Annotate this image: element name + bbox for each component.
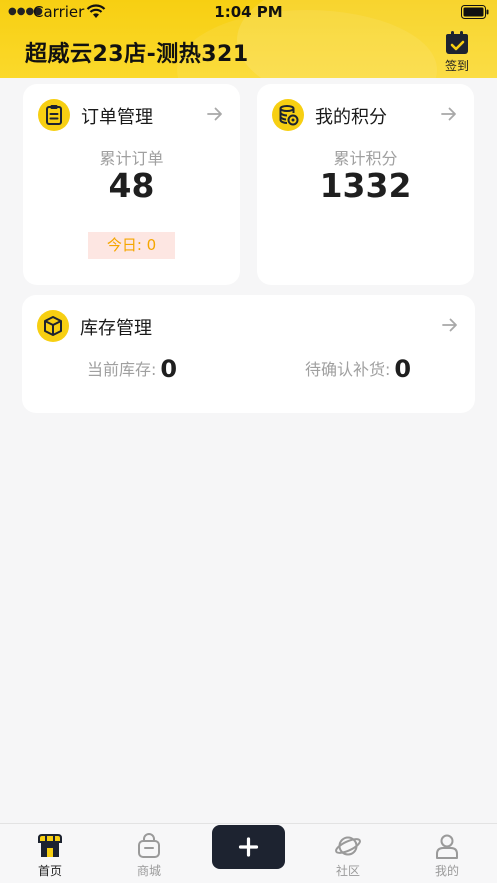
tab-mine[interactable]: 我的 xyxy=(417,832,477,879)
tab-home[interactable]: 首页 xyxy=(20,832,80,879)
tab-bar: 首页 商城 社区 我的 xyxy=(0,823,497,883)
status-bar: ●●●● Carrier 1:04 PM xyxy=(0,0,497,26)
orders-card[interactable]: 订单管理 累计订单 48 今日: 0 xyxy=(23,84,240,285)
box-icon xyxy=(37,310,69,342)
planet-icon xyxy=(335,836,361,856)
pending-restock-value: 0 xyxy=(394,355,412,383)
tab-mall[interactable]: 商城 xyxy=(119,832,179,879)
stock-card[interactable]: 库存管理 当前库存: 0 待确认补货: 0 xyxy=(22,295,475,413)
orders-card-title: 订单管理 xyxy=(81,107,153,128)
arrow-right-icon[interactable] xyxy=(441,317,459,333)
current-stock-label: 当前库存: xyxy=(87,360,157,379)
tab-home-label: 首页 xyxy=(37,864,62,878)
header: ●●●● Carrier 1:04 PM 超威云23店-测热321 签到 xyxy=(0,0,497,78)
orders-today-badge: 今日: 0 xyxy=(88,232,175,259)
battery-icon xyxy=(461,5,489,19)
person-icon xyxy=(436,834,458,859)
checkin-label: 签到 xyxy=(444,59,469,73)
orders-total-value: 48 xyxy=(108,166,155,205)
tab-mall-label: 商城 xyxy=(136,864,161,878)
current-stock-value: 0 xyxy=(160,355,178,383)
tab-community-label: 社区 xyxy=(335,864,360,878)
current-stock: 当前库存: 0 xyxy=(87,355,177,383)
calendar-check-icon xyxy=(446,31,468,54)
clock: 1:04 PM xyxy=(214,3,283,21)
points-card[interactable]: 我的积分 累计积分 1332 xyxy=(257,84,474,285)
coin-stack-icon xyxy=(272,99,304,131)
bag-icon xyxy=(138,833,160,858)
tab-mine-label: 我的 xyxy=(434,864,459,878)
points-card-title: 我的积分 xyxy=(315,107,387,128)
plus-icon xyxy=(238,837,259,857)
pending-restock: 待确认补货: 0 xyxy=(305,355,411,383)
clipboard-icon xyxy=(38,99,70,131)
stock-card-title: 库存管理 xyxy=(80,318,152,339)
arrow-right-icon[interactable] xyxy=(440,106,458,122)
points-total-value: 1332 xyxy=(319,166,412,205)
store-icon xyxy=(38,834,62,857)
checkin-button[interactable]: 签到 xyxy=(435,30,479,76)
add-button[interactable] xyxy=(212,825,285,869)
page-title: 超威云23店-测热321 xyxy=(25,42,249,67)
pending-restock-label: 待确认补货: xyxy=(305,360,391,379)
arrow-right-icon[interactable] xyxy=(206,106,224,122)
tab-community[interactable]: 社区 xyxy=(318,832,378,879)
